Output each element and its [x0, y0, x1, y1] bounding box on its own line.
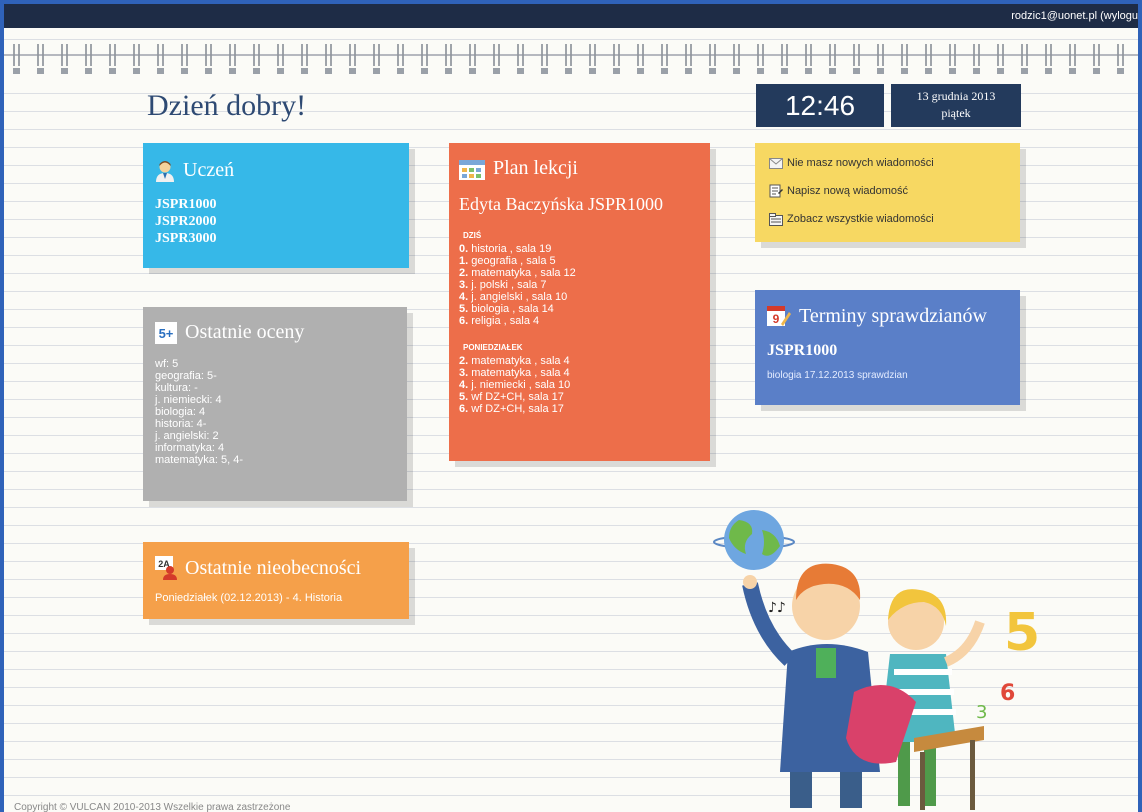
- lesson-item: 3. j. polski , sala 7: [459, 279, 547, 291]
- svg-text:♪♪: ♪♪: [768, 600, 786, 616]
- lesson-item: 4. j. niemiecki , sala 10: [459, 379, 571, 391]
- envelope-icon: [769, 157, 783, 169]
- lesson-item: 4. j. angielski , sala 10: [459, 291, 568, 303]
- messages-card: Nie masz nowych wiadomości Napisz nową w…: [755, 143, 1020, 242]
- student-item[interactable]: JSPR2000: [155, 213, 409, 230]
- svg-text:5+: 5+: [159, 326, 174, 341]
- globe-icon: [713, 510, 795, 570]
- lesson-item: 0. historia , sala 19: [459, 243, 552, 255]
- grade-item: wf: 5: [155, 358, 179, 370]
- grade-item: informatyka: 4: [155, 442, 225, 454]
- grade-item: j. angielski: 2: [155, 430, 219, 442]
- grade-item: matematyka: 5, 4-: [155, 454, 244, 466]
- tests-class: JSPR1000: [767, 342, 838, 359]
- grades-card-title: Ostatnie oceny: [185, 321, 305, 343]
- student-list: JSPR1000 JSPR2000 JSPR3000: [155, 196, 409, 247]
- lesson-item: 6. wf DZ+CH, sala 17: [459, 403, 564, 415]
- next-day-lessons: 2. matematyka , sala 4 3. matematyka , s…: [459, 355, 710, 415]
- svg-text:9: 9: [773, 312, 780, 326]
- date-box: 13 grudnia 2013 piątek: [891, 84, 1021, 127]
- footer-copyright: Copyright © VULCAN 2010-2013 Wszelkie pr…: [14, 802, 291, 812]
- grades-list: wf: 5 geografia: 5- kultura: - j. niemie…: [155, 358, 407, 466]
- number-three: 3: [976, 702, 987, 723]
- view-all-messages-link[interactable]: Zobacz wszystkie wiadomości: [769, 211, 1020, 227]
- tests-card-title: Terminy sprawdzianów: [799, 304, 987, 327]
- lesson-item: 5. wf DZ+CH, sala 17: [459, 391, 564, 403]
- absences-card-header[interactable]: 2A Ostatnie nieobecności: [155, 556, 409, 580]
- no-new-messages[interactable]: Nie masz nowych wiadomości: [769, 155, 1020, 171]
- student-item[interactable]: JSPR1000: [155, 196, 409, 213]
- student-item[interactable]: JSPR3000: [155, 230, 409, 247]
- lesson-item: 2. matematyka , sala 12: [459, 267, 576, 279]
- tests-card: 9 Terminy sprawdzianów JSPR1000 biologia…: [755, 290, 1020, 405]
- student-card-title: Uczeń: [183, 159, 235, 181]
- grades-card: 5+ Ostatnie oceny wf: 5 geografia: 5- ku…: [143, 307, 407, 501]
- lesson-item: 1. geografia , sala 5: [459, 255, 556, 267]
- test-item: biologia 17.12.2013 sprawdzian: [767, 370, 908, 381]
- grade-item: biologia: 4: [155, 406, 206, 418]
- lesson-item: 3. matematyka , sala 4: [459, 367, 570, 379]
- schedule-card-title: Plan lekcji: [493, 157, 578, 179]
- next-day-label: PONIEDZIAŁEK: [463, 343, 523, 352]
- grade-item: kultura: -: [155, 382, 198, 394]
- schedule-card: Plan lekcji Edyta Baczyńska JSPR1000 DZI…: [449, 143, 710, 461]
- absences-card: 2A Ostatnie nieobecności Poniedziałek (0…: [143, 542, 409, 619]
- grade-item: j. niemiecki: 4: [155, 394, 222, 406]
- today-lessons: 0. historia , sala 19 1. geografia , sal…: [459, 243, 710, 327]
- top-bar: rodzic1@uonet.pl (wylogu: [4, 4, 1138, 28]
- student-card: Uczeń JSPR1000 JSPR2000 JSPR3000: [143, 143, 409, 268]
- students-illustration: ♪♪ 5 6 3: [713, 510, 1040, 810]
- grade-item: geografia: 5-: [155, 370, 217, 382]
- date-text: 13 grudnia 2013: [916, 89, 996, 103]
- calendar-icon: 9: [767, 306, 791, 326]
- lesson-item: 2. matematyka , sala 4: [459, 355, 570, 367]
- number-five: 5: [1004, 603, 1040, 663]
- grades-card-header[interactable]: 5+ Ostatnie oceny: [155, 321, 407, 344]
- lesson-item: 6. religia , sala 4: [459, 315, 540, 327]
- spiral-binding: [4, 40, 1138, 80]
- greeting-title: Dzień dobry!: [147, 89, 307, 122]
- schedule-teacher: Edyta Baczyńska JSPR1000: [459, 194, 663, 214]
- schedule-card-header[interactable]: Plan lekcji: [459, 157, 710, 180]
- tests-card-header[interactable]: 9 Terminy sprawdzianów: [767, 304, 1020, 328]
- folder-icon: [769, 212, 783, 226]
- grade-5plus-icon: 5+: [155, 321, 177, 344]
- grade-item: historia: 4-: [155, 418, 207, 430]
- desk-figure: [914, 726, 984, 810]
- today-label: DZIŚ: [463, 231, 482, 240]
- weekday-text: piątek: [941, 106, 971, 120]
- number-six: 6: [1000, 681, 1015, 706]
- absence-icon: 2A: [155, 556, 177, 580]
- student-card-header[interactable]: Uczeń: [155, 159, 409, 182]
- student-icon: [156, 160, 174, 182]
- schedule-icon: [459, 159, 485, 180]
- absences-card-title: Ostatnie nieobecności: [185, 556, 362, 579]
- lesson-item: 5. biologia , sala 14: [459, 303, 554, 315]
- absence-item: Poniedziałek (02.12.2013) - 4. Historia: [155, 592, 343, 604]
- logout-link[interactable]: rodzic1@uonet.pl (wylogu: [1011, 10, 1138, 22]
- notebook-page: rodzic1@uonet.pl (wylogu Dzień dobry! 12…: [4, 4, 1138, 812]
- new-message-icon: [769, 184, 783, 198]
- write-message-link[interactable]: Napisz nową wiadomość: [769, 183, 1020, 199]
- clock-time: 12:46: [756, 84, 884, 127]
